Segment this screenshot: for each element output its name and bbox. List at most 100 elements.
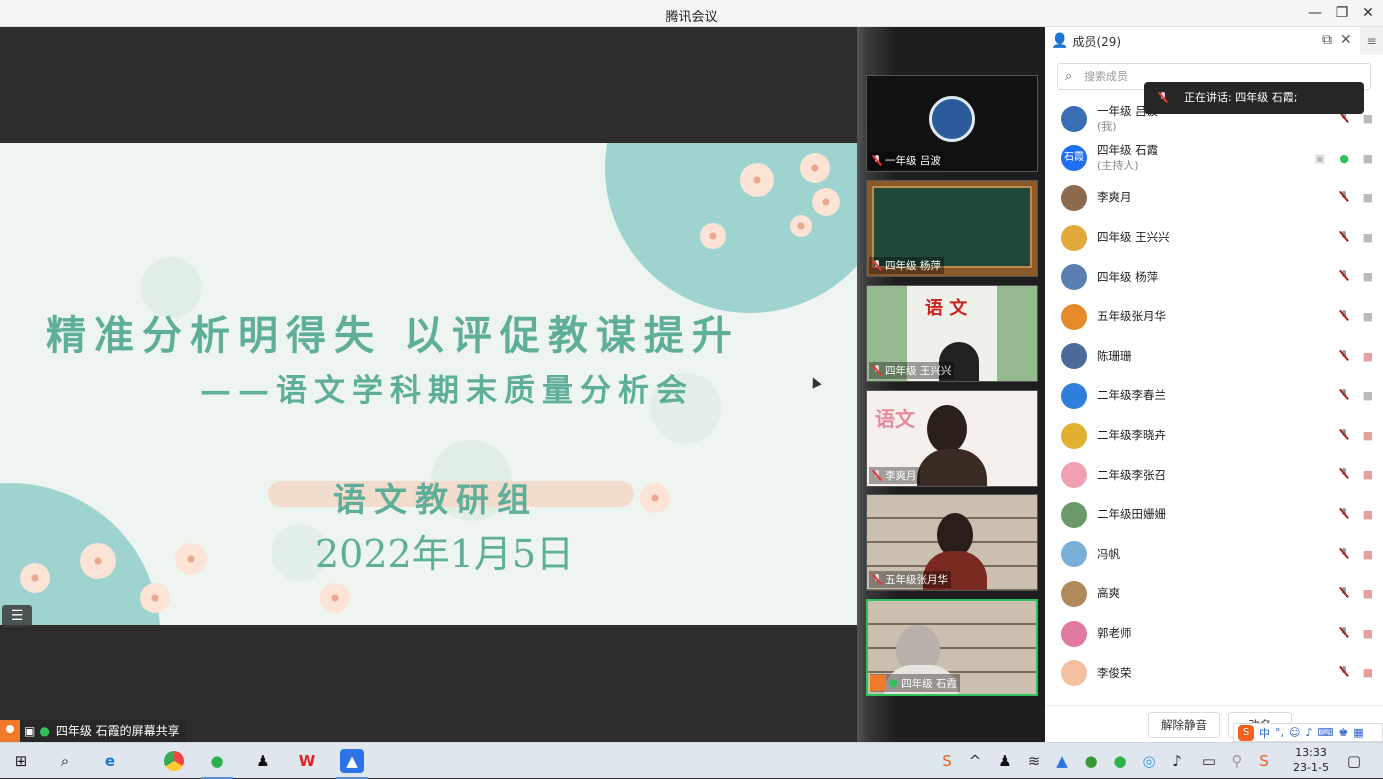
camera-off-icon[interactable]: ■ bbox=[1363, 429, 1373, 442]
mic-muted-icon[interactable] bbox=[1339, 507, 1349, 522]
popout-icon[interactable]: ⧉ bbox=[1322, 32, 1332, 48]
close-panel-icon[interactable]: ✕ bbox=[1340, 32, 1352, 48]
member-row[interactable]: 五年级张月华 ■ bbox=[1045, 297, 1383, 337]
qq-tray-icon[interactable]: ♟ bbox=[993, 749, 1017, 773]
microphone-icon: ● bbox=[889, 677, 899, 689]
blossom-decor bbox=[20, 563, 50, 593]
camera-icon[interactable]: ■ bbox=[1363, 191, 1373, 204]
member-row[interactable]: 李爽月 ■ bbox=[1045, 178, 1383, 218]
system-clock[interactable]: 13:33 23-1-5 bbox=[1285, 745, 1337, 775]
member-name-block: 二年级李春兰 bbox=[1097, 388, 1166, 403]
member-row[interactable]: 二年级李春兰 ■ bbox=[1045, 376, 1383, 416]
volume-icon[interactable]: ♪ bbox=[1165, 749, 1189, 773]
camera-off-icon[interactable]: ■ bbox=[1363, 508, 1373, 521]
mic-muted-icon[interactable] bbox=[1339, 428, 1349, 443]
minimize-button[interactable]: — bbox=[1302, 3, 1328, 23]
video-tile[interactable]: 语文 李爽月 bbox=[866, 390, 1038, 487]
member-name-block: 高爽 bbox=[1097, 586, 1120, 601]
mic-muted-icon[interactable] bbox=[1339, 666, 1349, 680]
camera-off-icon[interactable]: ■ bbox=[1363, 468, 1373, 481]
video-tile[interactable]: 语 文 四年级 王兴兴 bbox=[866, 285, 1038, 382]
camera-icon[interactable]: ■ bbox=[1363, 270, 1373, 283]
member-row[interactable]: 冯帆 ■ bbox=[1045, 535, 1383, 575]
security-tray-icon[interactable]: ● bbox=[1079, 749, 1103, 773]
ime-mode-label[interactable]: 中 bbox=[1259, 725, 1270, 741]
video-tile[interactable]: 五年级张月华 bbox=[866, 494, 1038, 591]
camera-off-icon[interactable]: ■ bbox=[1363, 627, 1373, 640]
camera-icon[interactable]: ■ bbox=[1363, 152, 1373, 165]
sogou-tray-icon[interactable]: S bbox=[935, 749, 959, 773]
qq-icon[interactable]: ♟ bbox=[251, 749, 275, 773]
show-hidden-icons-icon[interactable]: ^ bbox=[963, 749, 987, 773]
emoji-icon[interactable]: ☺ bbox=[1289, 726, 1300, 739]
mic-muted-icon[interactable] bbox=[1339, 626, 1349, 641]
punctuation-icon[interactable]: °, bbox=[1275, 726, 1284, 739]
camera-icon[interactable]: ■ bbox=[1363, 389, 1373, 402]
mic-muted-icon[interactable] bbox=[1339, 230, 1349, 245]
close-button[interactable]: ✕ bbox=[1355, 3, 1381, 23]
member-row[interactable]: 李俊荣 ■ bbox=[1045, 653, 1383, 693]
camera-off-icon[interactable]: ■ bbox=[1363, 350, 1373, 363]
member-name: 冯帆 bbox=[1097, 546, 1120, 561]
list-menu-icon[interactable]: ☰ bbox=[2, 605, 32, 627]
notification-icon[interactable]: ▢ bbox=[1342, 749, 1366, 773]
ie-browser-icon[interactable]: e bbox=[98, 749, 122, 773]
wps-icon[interactable]: W bbox=[295, 749, 319, 773]
video-tile-name: 李爽月 bbox=[869, 467, 920, 484]
sogou-ime-icon[interactable]: S bbox=[1238, 724, 1254, 741]
mic-muted-icon[interactable] bbox=[1339, 349, 1349, 364]
member-row[interactable]: 四年级 王兴兴 ■ bbox=[1045, 218, 1383, 258]
mic-muted-icon[interactable] bbox=[1339, 270, 1349, 284]
member-row[interactable]: 二年级李张召 ■ bbox=[1045, 455, 1383, 495]
video-tile[interactable]: 四年级 杨萍 bbox=[866, 180, 1038, 277]
restore-button[interactable]: ❐ bbox=[1329, 3, 1355, 23]
voice-input-icon[interactable]: ♪ bbox=[1305, 726, 1312, 739]
video-tile-name: 五年级张月华 bbox=[869, 571, 951, 588]
member-row[interactable]: 二年级田姗姗 ■ bbox=[1045, 495, 1383, 535]
wechat-tray-icon[interactable]: ● bbox=[1108, 749, 1132, 773]
chrome-icon[interactable] bbox=[162, 749, 186, 773]
member-row[interactable]: 二年级李晓卉 ■ bbox=[1045, 416, 1383, 456]
tencent-meeting-tray-icon[interactable]: ▲ bbox=[1050, 749, 1074, 773]
mic-muted-icon[interactable] bbox=[1339, 389, 1349, 403]
camera-icon[interactable]: ■ bbox=[1363, 231, 1373, 244]
member-name: 李俊荣 bbox=[1097, 665, 1132, 680]
mic-muted-icon[interactable] bbox=[1339, 309, 1349, 324]
mic-on-icon[interactable]: ● bbox=[1339, 152, 1349, 165]
avatar bbox=[1061, 422, 1087, 449]
video-tile[interactable]: 一年级 吕波 bbox=[866, 75, 1038, 172]
mic-muted-icon[interactable] bbox=[1339, 547, 1349, 562]
toolbox-icon[interactable]: ▦ bbox=[1353, 726, 1363, 739]
wechat-icon[interactable]: ● bbox=[201, 749, 233, 779]
network-tray-icon[interactable]: ◎ bbox=[1137, 749, 1161, 773]
member-row[interactable]: 四年级 杨萍 ■ bbox=[1045, 257, 1383, 297]
camera-icon[interactable]: ■ bbox=[1363, 112, 1373, 125]
camera-icon[interactable]: ■ bbox=[1363, 310, 1373, 323]
speaking-text: 正在讲话: 四年级 石霞; bbox=[1184, 91, 1298, 104]
camera-off-icon[interactable]: ■ bbox=[1363, 666, 1373, 679]
window-title: 腾讯会议 bbox=[665, 10, 718, 25]
search-icon[interactable]: ⌕ bbox=[53, 749, 77, 773]
display-icon[interactable]: ▭ bbox=[1197, 749, 1221, 773]
more-menu-icon[interactable]: ≡ bbox=[1360, 27, 1383, 55]
camera-off-icon[interactable]: ■ bbox=[1363, 587, 1373, 600]
active-speaker-video-tile[interactable]: ● 四年级 石霞 bbox=[866, 599, 1038, 696]
unmute-button[interactable]: 解除静音 bbox=[1148, 712, 1220, 738]
tencent-meeting-icon[interactable]: ▲ bbox=[336, 749, 368, 779]
mic-muted-icon[interactable] bbox=[1339, 468, 1349, 482]
member-row[interactable]: 石霞 四年级 石霞 (主持人) ▣ ● ■ bbox=[1045, 139, 1383, 179]
camera-off-icon[interactable]: ■ bbox=[1363, 548, 1373, 561]
input-tray-icon[interactable]: ⚲ bbox=[1225, 749, 1249, 773]
member-row[interactable]: 陈珊珊 ■ bbox=[1045, 337, 1383, 377]
member-row[interactable]: 郭老师 ■ bbox=[1045, 614, 1383, 654]
sogou-tray-icon-2[interactable]: S bbox=[1252, 749, 1276, 773]
windows-start-icon[interactable]: ⊞ bbox=[9, 749, 33, 773]
keyboard-icon[interactable]: ⌨ bbox=[1318, 726, 1334, 739]
wifi-icon[interactable]: ≋ bbox=[1022, 749, 1046, 773]
skin-icon[interactable]: ♚ bbox=[1338, 726, 1348, 739]
mic-muted-icon[interactable] bbox=[1339, 191, 1349, 205]
mic-muted-icon[interactable] bbox=[1339, 112, 1349, 126]
mic-muted-icon[interactable] bbox=[1339, 587, 1349, 601]
video-tile-name: 一年级 吕波 bbox=[869, 152, 944, 169]
member-row[interactable]: 高爽 ■ bbox=[1045, 574, 1383, 614]
